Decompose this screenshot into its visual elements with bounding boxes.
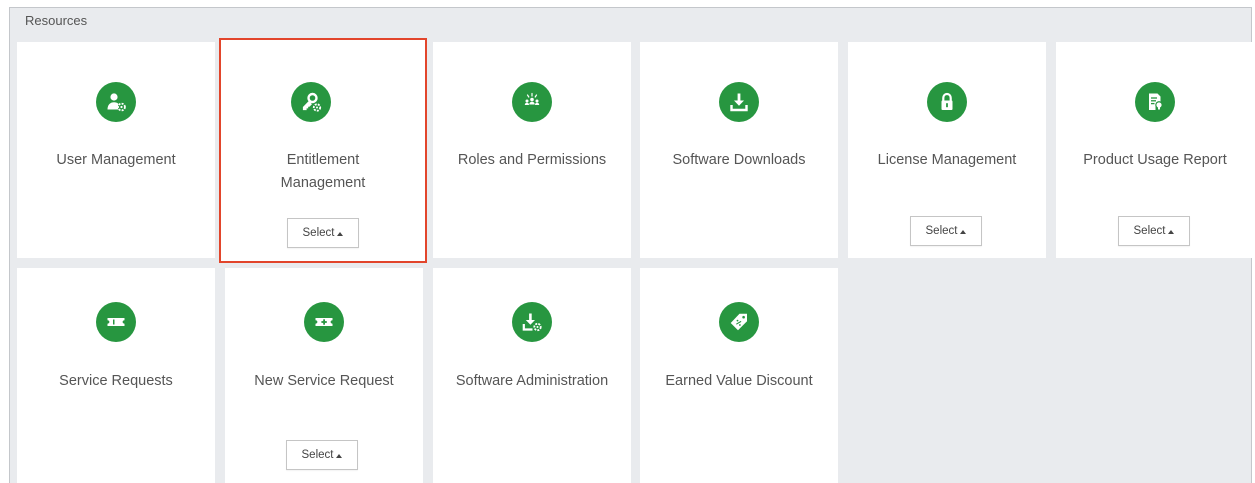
tile-product-usage-report[interactable]: Product Usage Report Select xyxy=(1056,42,1254,258)
tile-label: License Management xyxy=(877,152,1017,168)
ticket-icon xyxy=(96,302,136,342)
user-gear-icon xyxy=(96,82,136,122)
tile-label: New Service Request xyxy=(254,373,394,389)
caret-up-icon xyxy=(336,453,343,458)
tile-label: Service Requests xyxy=(59,373,173,389)
select-label: Select xyxy=(301,449,334,461)
people-group-icon xyxy=(512,82,552,122)
download-tray-icon xyxy=(719,82,759,122)
caret-up-icon xyxy=(1168,229,1175,234)
report-bulb-icon xyxy=(1135,82,1175,122)
tile-label: Roles and Permissions xyxy=(457,152,607,168)
entitlement-select-button[interactable]: Select xyxy=(287,218,359,248)
select-label: Select xyxy=(1133,225,1166,237)
tile-label: User Management xyxy=(56,152,176,168)
ticket-plus-icon xyxy=(304,302,344,342)
padlock-icon xyxy=(927,82,967,122)
discount-tag-icon xyxy=(719,302,759,342)
tile-label: Earned Value Discount xyxy=(665,373,813,389)
key-gear-icon xyxy=(291,82,331,122)
tile-new-service-request[interactable]: New Service Request Select xyxy=(225,268,423,483)
tile-label: Product Usage Report xyxy=(1083,152,1227,168)
tile-software-downloads[interactable]: Software Downloads xyxy=(640,42,838,258)
new-service-request-select-button[interactable]: Select xyxy=(286,440,358,470)
license-select-button[interactable]: Select xyxy=(910,216,982,246)
tile-label: Software Administration xyxy=(455,373,609,389)
tile-label: Software Downloads xyxy=(672,152,806,168)
tile-label: Entitlement Management xyxy=(280,152,366,191)
tile-software-administration[interactable]: Software Administration xyxy=(433,268,631,483)
tile-service-requests[interactable]: Service Requests xyxy=(17,268,215,483)
tile-roles-and-permissions[interactable]: Roles and Permissions xyxy=(433,42,631,258)
tile-license-management[interactable]: License Management Select xyxy=(848,42,1046,258)
panel-title: Resources xyxy=(25,13,88,28)
download-gear-icon xyxy=(512,302,552,342)
tile-entitlement-management[interactable]: Entitlement Management Select xyxy=(219,38,427,263)
tile-user-management[interactable]: User Management xyxy=(17,42,215,258)
select-label: Select xyxy=(302,227,335,239)
caret-up-icon xyxy=(960,229,967,234)
caret-up-icon xyxy=(337,231,344,236)
product-usage-select-button[interactable]: Select xyxy=(1118,216,1190,246)
tile-earned-value-discount[interactable]: Earned Value Discount xyxy=(640,268,838,483)
select-label: Select xyxy=(925,225,958,237)
